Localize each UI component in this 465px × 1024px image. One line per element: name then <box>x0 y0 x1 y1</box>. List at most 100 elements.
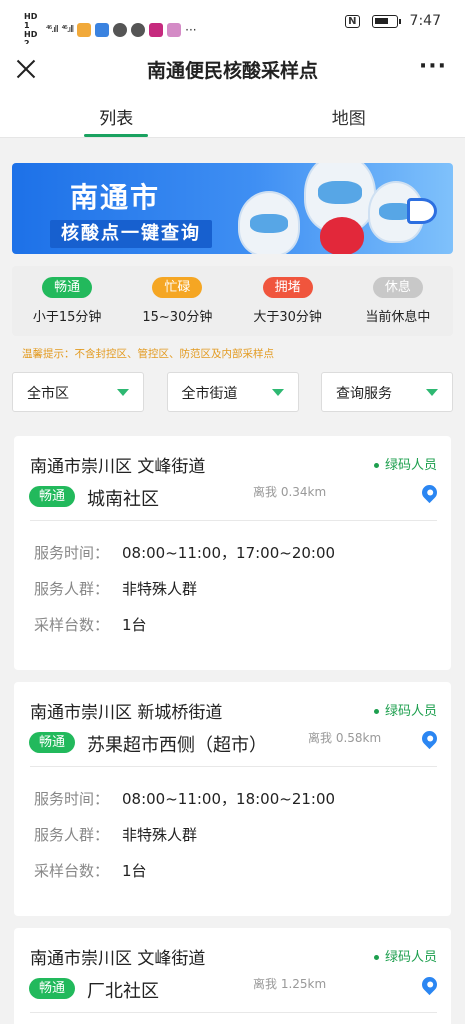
legend-desc: 大于30分钟 <box>253 310 322 325</box>
legend-item-resting: 休息 当前休息中 <box>343 266 453 336</box>
sampling-site-card[interactable]: 南通市崇川区 新城桥街道 绿码人员 畅通 苏果超市西侧（超市） 离我 0.58k… <box>14 682 451 916</box>
site-tag-label: 绿码人员 <box>384 950 437 965</box>
legend-item-smooth: 畅通 小于15分钟 <box>12 266 122 336</box>
service-time: 08:00~11:00，17:00~20:00 <box>122 544 336 562</box>
battery-icon <box>371 14 401 28</box>
site-tag-label: 绿码人员 <box>384 458 437 473</box>
district-filter[interactable]: 全市区 <box>12 372 144 412</box>
row-label: 服务时间： <box>34 544 110 562</box>
tab-map[interactable]: 地图 <box>233 94 465 137</box>
app-notification-icon <box>77 23 92 37</box>
location-pin-icon[interactable] <box>418 481 441 504</box>
service-time-row: 服务时间： 08:00~11:00，18:00~21:00 <box>34 788 335 809</box>
dropdown-caret-icon <box>117 389 129 396</box>
banner-subtitle: 核酸点一键查询 <box>50 220 212 248</box>
street-filter[interactable]: 全市街道 <box>166 372 299 412</box>
filter-bar: 全市区 全市街道 查询服务 <box>12 372 453 412</box>
sim1-label: HD 1 <box>24 12 38 30</box>
service-time-row: 服务时间： 08:00~11:00，17:00~20:00 <box>34 542 335 563</box>
sample-count-row: 采样台数： 1台 <box>34 860 147 881</box>
sampling-site-card[interactable]: 南通市崇川区 文峰街道 绿码人员 畅通 城南社区 离我 0.34km 服务时间：… <box>14 436 451 670</box>
nfc-icon: N <box>345 14 360 28</box>
app-notification-icon <box>149 23 164 37</box>
legend-badge: 拥堵 <box>262 277 313 298</box>
dot-icon <box>373 463 379 468</box>
status-bar: HD 1 HD 2 ⁴⁶.ıll ⁴⁶.ıll ··· N 7:47 <box>0 0 465 48</box>
status-left: HD 1 HD 2 ⁴⁶.ıll ⁴⁶.ıll ··· <box>24 12 197 48</box>
service-filter[interactable]: 查询服务 <box>321 372 453 412</box>
site-street: 南通市崇川区 文峰街道 <box>30 457 206 477</box>
clock: 7:47 <box>409 13 441 29</box>
title-bar: 南通便民核酸采样点 ··· <box>0 44 465 94</box>
visor <box>318 180 362 204</box>
divider <box>30 1012 437 1013</box>
visor <box>250 214 288 233</box>
status-legend: 畅通 小于15分钟 忙碌 15~30分钟 拥堵 大于30分钟 休息 当前休息中 <box>12 266 453 336</box>
view-tabs: 列表 地图 <box>0 94 465 138</box>
promo-banner: 南通市 核酸点一键查询 <box>12 163 453 254</box>
site-tag: 绿码人员 <box>373 700 437 719</box>
legend-badge: 畅通 <box>42 277 93 298</box>
legend-badge: 忙碌 <box>152 277 203 298</box>
service-group-row: 服务人群： 非特殊人群 <box>34 578 197 599</box>
site-tag-label: 绿码人员 <box>384 704 437 719</box>
location-pin-icon[interactable] <box>418 973 441 996</box>
legend-item-crowded: 拥堵 大于30分钟 <box>233 266 343 336</box>
site-distance: 离我 0.34km <box>253 485 327 499</box>
service-time: 08:00~11:00，18:00~21:00 <box>122 790 336 808</box>
megaphone-icon <box>407 198 437 224</box>
sample-count-row: 采样台数： 1台 <box>34 614 147 635</box>
row-label: 服务人群： <box>34 580 110 598</box>
row-label: 服务时间： <box>34 790 110 808</box>
site-name: 城南社区 <box>87 489 159 510</box>
status-badge: 畅通 <box>29 732 75 753</box>
site-street: 南通市崇川区 新城桥街道 <box>30 703 223 723</box>
service-group: 非特殊人群 <box>122 826 198 844</box>
dot-icon <box>373 955 379 960</box>
sim-indicators: HD 1 HD 2 <box>24 12 42 48</box>
status-right: N 7:47 <box>345 13 441 29</box>
site-distance: 离我 0.58km <box>308 731 382 745</box>
legend-badge: 休息 <box>372 277 423 298</box>
tab-list[interactable]: 列表 <box>0 94 233 137</box>
dot-icon <box>373 709 379 714</box>
filter-label: 全市区 <box>27 386 69 402</box>
app-notification-icon <box>167 23 182 37</box>
banner-city: 南通市 <box>70 181 161 214</box>
more-notifications-icon: ··· <box>185 23 197 37</box>
legend-desc: 15~30分钟 <box>142 310 213 325</box>
dropdown-caret-icon <box>271 389 284 396</box>
battery-level <box>374 17 388 24</box>
heart-icon <box>320 217 364 254</box>
app-notification-icon <box>113 23 128 37</box>
row-label: 采样台数： <box>34 616 110 634</box>
more-options-icon[interactable]: ··· <box>419 56 447 78</box>
site-tag: 绿码人员 <box>373 946 437 965</box>
sample-count: 1台 <box>122 862 147 880</box>
signal-icon-2: ⁴⁶.ıll <box>61 25 75 35</box>
sample-count: 1台 <box>122 616 147 634</box>
site-name: 厂北社区 <box>87 981 159 1002</box>
site-distance: 离我 1.25km <box>253 977 327 991</box>
site-name: 苏果超市西侧（超市） <box>87 735 267 756</box>
divider <box>30 766 437 767</box>
site-street: 南通市崇川区 文峰街道 <box>30 949 206 969</box>
status-badge: 畅通 <box>29 486 75 507</box>
legend-item-busy: 忙碌 15~30分钟 <box>122 266 232 336</box>
page-title: 南通便民核酸采样点 <box>146 60 318 82</box>
app-notification-icon <box>95 23 110 37</box>
row-label: 采样台数： <box>34 862 110 880</box>
location-pin-icon[interactable] <box>418 727 441 750</box>
row-label: 服务人群： <box>34 826 110 844</box>
service-group: 非特殊人群 <box>122 580 198 598</box>
app-notification-icon <box>131 23 146 37</box>
sampling-site-card[interactable]: 南通市崇川区 文峰街道 绿码人员 畅通 厂北社区 离我 1.25km <box>14 928 451 1024</box>
status-badge: 畅通 <box>29 978 75 999</box>
filter-label: 查询服务 <box>336 386 392 402</box>
medic-illustration-left <box>238 191 300 254</box>
divider <box>30 520 437 521</box>
legend-desc: 当前休息中 <box>365 310 431 325</box>
service-group-row: 服务人群： 非特殊人群 <box>34 824 197 845</box>
notice-text: 温馨提示：不含封控区、管控区、防范区及内部采样点 <box>22 348 274 360</box>
site-tag: 绿码人员 <box>373 454 437 473</box>
